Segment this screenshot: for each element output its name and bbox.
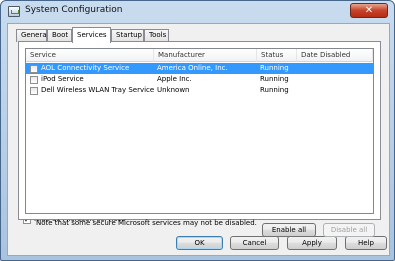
disable-all-button[interactable]: Disable all	[323, 223, 375, 237]
window-title: System Configuration	[25, 5, 123, 15]
help-button[interactable]: Help	[345, 236, 387, 250]
ok-button[interactable]: OK	[176, 236, 223, 250]
dialog-body: General Boot Services Startup Tools Serv…	[7, 23, 390, 256]
column-header-date-disabled[interactable]: Date Disabled	[297, 49, 373, 62]
table-row[interactable]: iPod Service Apple Inc. Running	[26, 74, 373, 85]
service-name: iPod Service	[41, 75, 84, 83]
services-panel: Service Manufacturer Status Date Disable…	[18, 41, 381, 237]
enable-all-button[interactable]: Enable all	[262, 223, 316, 237]
service-checkbox[interactable]	[30, 65, 38, 73]
table-row[interactable]: Dell Wireless WLAN Tray Service Unknown …	[26, 85, 373, 96]
msconfig-app-icon	[8, 6, 20, 17]
service-status: Running	[260, 64, 289, 72]
service-name: Dell Wireless WLAN Tray Service	[41, 86, 155, 94]
column-header-status[interactable]: Status	[257, 49, 297, 62]
list-header: Service Manufacturer Status Date Disable…	[26, 49, 373, 62]
service-name: AOL Connectivity Service	[41, 64, 130, 72]
service-manufacturer: Apple Inc.	[157, 75, 192, 83]
close-button[interactable]: ✕	[350, 3, 388, 18]
column-header-manufacturer[interactable]: Manufacturer	[154, 49, 257, 62]
secure-services-note: Note that some secure Microsoft services…	[36, 219, 257, 227]
column-header-service[interactable]: Service	[26, 49, 154, 62]
apply-button[interactable]: Apply	[287, 236, 337, 250]
service-status: Running	[260, 75, 289, 83]
service-manufacturer: Unknown	[157, 86, 190, 94]
table-row[interactable]: AOL Connectivity Service America Online,…	[26, 63, 373, 74]
title-bar[interactable]: System Configuration ✕	[1, 1, 394, 23]
services-list[interactable]: Service Manufacturer Status Date Disable…	[25, 48, 374, 214]
service-checkbox[interactable]	[30, 87, 38, 95]
service-status: Running	[260, 86, 289, 94]
cancel-button[interactable]: Cancel	[230, 236, 279, 250]
tab-services[interactable]: Services	[72, 27, 111, 43]
system-configuration-window: System Configuration ✕ General Boot Serv…	[0, 0, 395, 261]
service-manufacturer: America Online, Inc.	[157, 64, 228, 72]
service-checkbox[interactable]	[30, 76, 38, 84]
